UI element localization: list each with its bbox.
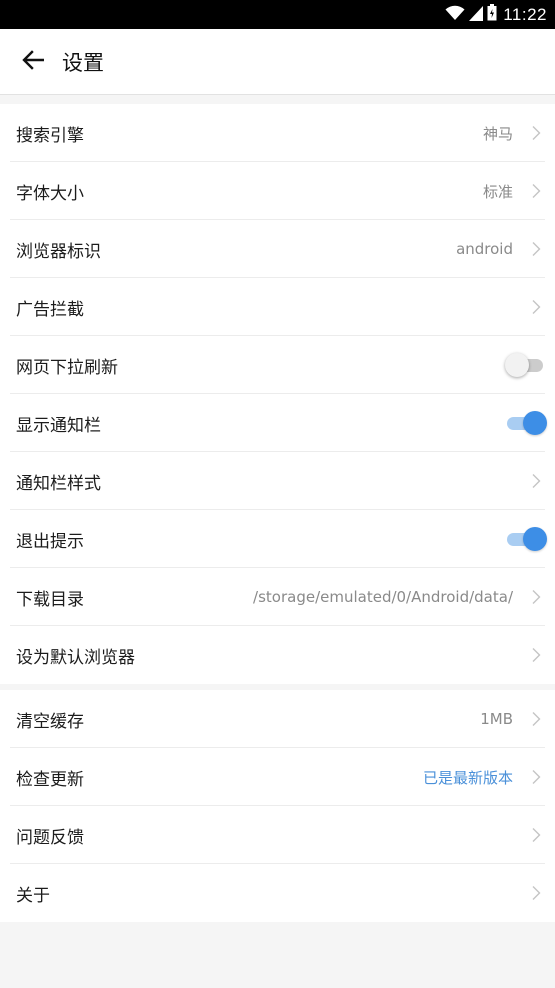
settings-row[interactable]: 字体大小 标准	[0, 162, 555, 220]
page-title: 设置	[62, 50, 104, 75]
toggle-switch[interactable]	[505, 411, 547, 435]
chevron-right-icon	[527, 885, 545, 901]
settings-row-label: 退出提示	[16, 531, 84, 552]
chevron-right-icon	[527, 183, 545, 199]
chevron-right-icon	[527, 769, 545, 785]
settings-row[interactable]: 下载目录/storage/emulated/0/Android/data/	[0, 568, 555, 626]
status-icons	[445, 4, 497, 25]
chevron-right-icon	[527, 473, 545, 489]
settings-row[interactable]: 检查更新 已是最新版本	[0, 748, 555, 806]
settings-row-label: 设为默认浏览器	[16, 647, 135, 668]
wifi-icon	[445, 5, 465, 25]
settings-row-label: 显示通知栏	[16, 415, 101, 436]
settings-row-label: 字体大小	[16, 183, 84, 204]
toggle-switch[interactable]	[505, 527, 547, 551]
settings-row-label: 通知栏样式	[16, 473, 101, 494]
battery-icon	[487, 4, 497, 25]
settings-row-label: 关于	[16, 885, 50, 906]
toolbar: 设置	[0, 29, 555, 95]
settings-row-label: 下载目录	[16, 589, 84, 610]
settings-row[interactable]: 设为默认浏览器	[0, 626, 555, 684]
settings-row-value: /storage/emulated/0/Android/data/	[253, 588, 513, 606]
settings-row[interactable]: 浏览器标识 android	[0, 220, 555, 278]
settings-row[interactable]: 关于	[0, 864, 555, 922]
settings-row-value: 1MB	[480, 710, 513, 728]
chevron-right-icon	[527, 827, 545, 843]
settings-row[interactable]: 清空缓存 1MB	[0, 690, 555, 748]
chevron-right-icon	[527, 711, 545, 727]
settings-row-value: 标准	[482, 182, 513, 201]
settings-row[interactable]: 显示通知栏	[0, 394, 555, 452]
signal-icon	[469, 5, 484, 25]
settings-row[interactable]: 网页下拉刷新	[0, 336, 555, 394]
chevron-right-icon	[527, 299, 545, 315]
settings-row-label: 网页下拉刷新	[16, 357, 118, 378]
settings-row-label: 问题反馈	[16, 827, 84, 848]
status-time: 11:22	[503, 4, 547, 24]
arrow-left-icon	[22, 49, 45, 74]
chevron-right-icon	[527, 647, 545, 663]
toggle-thumb	[523, 411, 547, 435]
settings-row-label: 浏览器标识	[16, 241, 101, 262]
chevron-right-icon	[527, 241, 545, 257]
toggle-switch[interactable]	[505, 353, 547, 377]
chevron-right-icon	[527, 125, 545, 141]
settings-row[interactable]: 退出提示	[0, 510, 555, 568]
settings-row-value: android	[456, 240, 513, 258]
settings-row-value: 已是最新版本	[422, 768, 513, 787]
settings-row-label: 清空缓存	[16, 711, 84, 732]
settings-row[interactable]: 通知栏样式	[0, 452, 555, 510]
settings-row-label: 检查更新	[16, 769, 84, 790]
settings-row[interactable]: 搜索引擎 神马	[0, 104, 555, 162]
settings-group-general: 搜索引擎 神马字体大小 标准浏览器标识 android 广告拦截网页下拉刷新 显示通知栏通…	[0, 104, 555, 684]
settings-row-label: 搜索引擎	[16, 125, 84, 146]
toggle-thumb	[505, 353, 529, 377]
chevron-right-icon	[527, 589, 545, 605]
status-bar: 11:22	[0, 0, 555, 29]
settings-group-app: 清空缓存 1MB 检查更新 已是最新版本问题反馈关于	[0, 690, 555, 922]
settings-row[interactable]: 广告拦截	[0, 278, 555, 336]
settings-row[interactable]: 问题反馈	[0, 806, 555, 864]
back-button[interactable]	[8, 37, 58, 87]
toggle-thumb	[523, 527, 547, 551]
settings-row-value: 神马	[482, 124, 513, 143]
settings-row-label: 广告拦截	[16, 299, 84, 320]
